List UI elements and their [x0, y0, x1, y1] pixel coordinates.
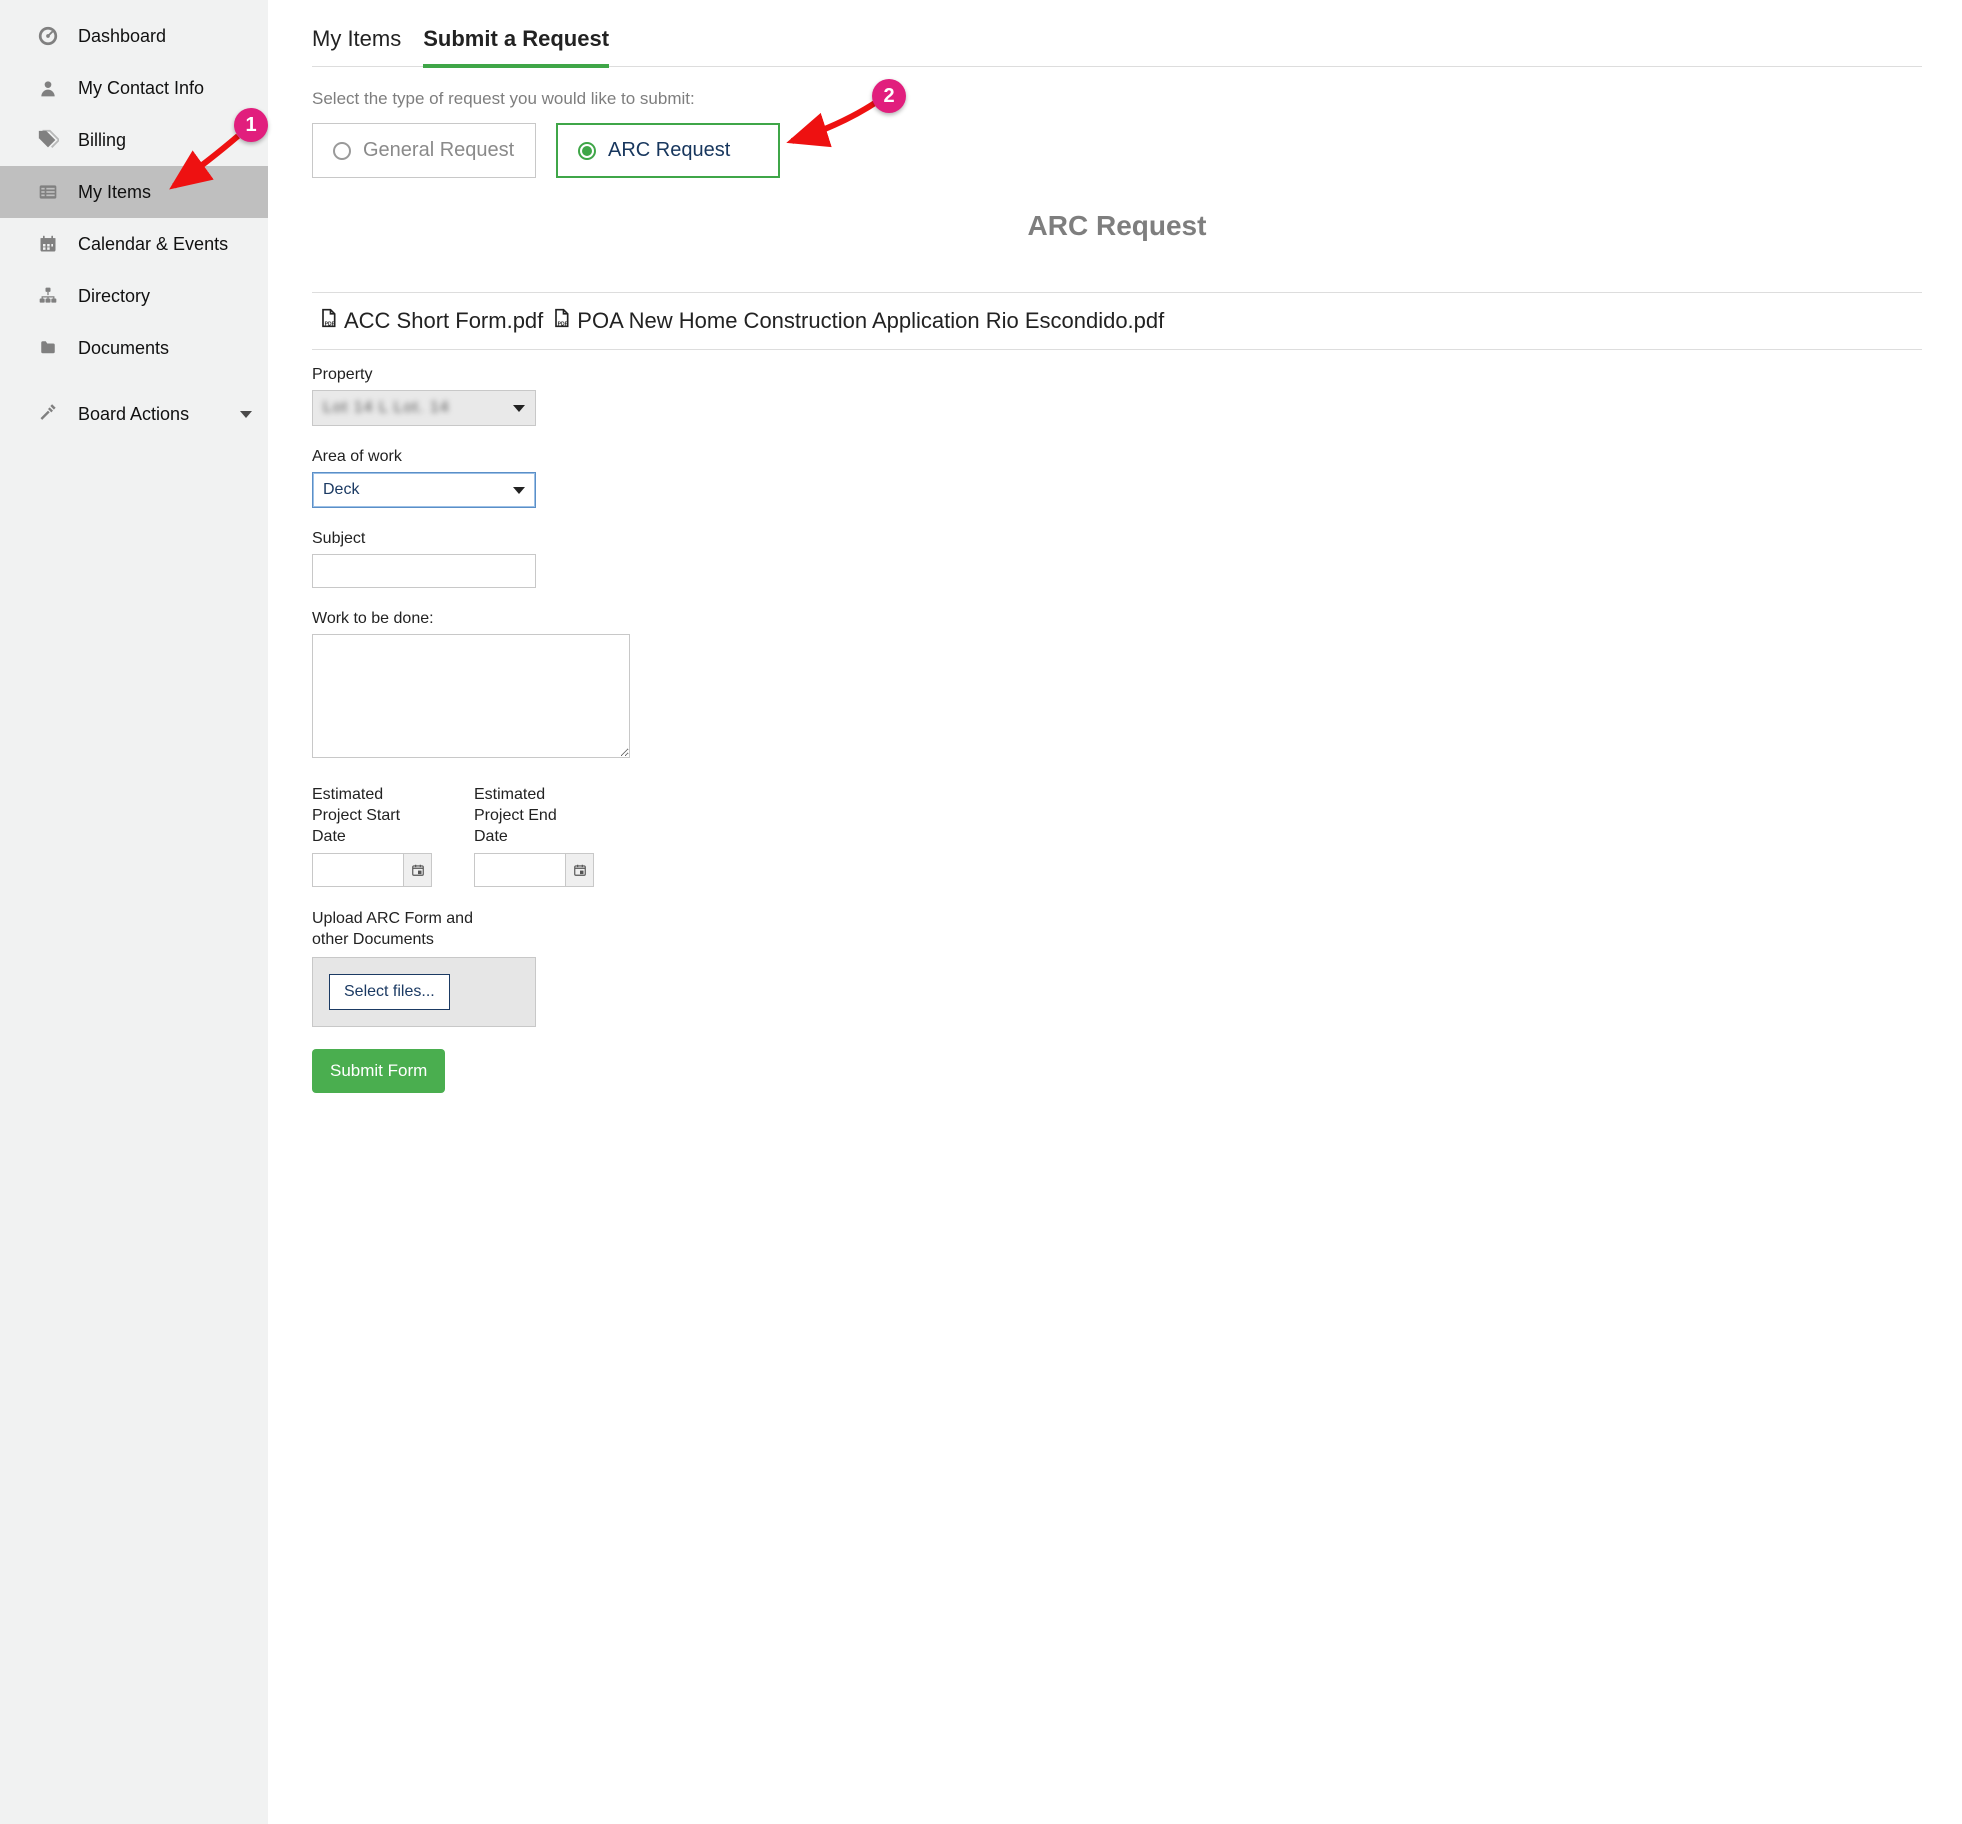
end-date-label: Estimated Project End Date — [474, 785, 594, 847]
list-icon — [36, 180, 60, 204]
upload-label: Upload ARC Form and other Documents — [312, 909, 512, 951]
start-date-input[interactable] — [313, 854, 403, 886]
calendar-picker-button[interactable] — [565, 854, 593, 886]
gauge-icon — [36, 24, 60, 48]
submit-button[interactable]: Submit Form — [312, 1049, 445, 1093]
attachments-bar: PDF ACC Short Form.pdf PDF POA New Home … — [312, 292, 1922, 350]
tab-submit-request[interactable]: Submit a Request — [423, 22, 609, 68]
area-select[interactable]: Deck — [312, 472, 536, 508]
sidebar-item-label: My Items — [78, 182, 151, 203]
option-general-request[interactable]: General Request — [312, 123, 536, 178]
radio-icon — [333, 142, 351, 160]
work-label: Work to be done: — [312, 610, 1922, 628]
select-files-button[interactable]: Select files... — [329, 974, 450, 1010]
sitemap-icon — [36, 284, 60, 308]
subject-input[interactable] — [312, 554, 536, 588]
attachment-label: ACC Short Form.pdf — [344, 308, 543, 334]
sidebar-item-label: Calendar & Events — [78, 234, 228, 255]
area-value: Deck — [323, 481, 359, 499]
sidebar-item-documents[interactable]: Documents — [0, 322, 268, 374]
chevron-down-icon — [513, 487, 525, 494]
radio-icon — [578, 142, 596, 160]
request-type-helper: Select the type of request you would lik… — [312, 89, 1922, 109]
end-date-field[interactable] — [474, 853, 594, 887]
upload-dropzone[interactable]: Select files... — [312, 957, 536, 1027]
property-select[interactable]: Lot 14 L Lot. 14 — [312, 390, 536, 426]
area-label: Area of work — [312, 448, 1922, 466]
sidebar-item-label: Dashboard — [78, 26, 166, 47]
sidebar-item-billing[interactable]: Billing — [0, 114, 268, 166]
annotation-marker-2: 2 — [872, 79, 906, 113]
sidebar-item-calendar[interactable]: Calendar & Events — [0, 218, 268, 270]
option-label: General Request — [363, 139, 514, 162]
hammer-icon — [36, 402, 60, 426]
calendar-icon — [36, 232, 60, 256]
tab-my-items[interactable]: My Items — [312, 22, 401, 68]
subject-label: Subject — [312, 530, 1922, 548]
calendar-picker-button[interactable] — [403, 854, 431, 886]
folder-icon — [36, 336, 60, 360]
attachment-1[interactable]: PDF ACC Short Form.pdf — [318, 307, 543, 335]
svg-text:PDF: PDF — [325, 322, 335, 328]
sidebar-item-label: Documents — [78, 338, 169, 359]
sidebar-item-label: Board Actions — [78, 404, 189, 425]
main-content: My Items Submit a Request Select the typ… — [268, 0, 1962, 1824]
sidebar-item-label: Directory — [78, 286, 150, 307]
start-date-field[interactable] — [312, 853, 432, 887]
sidebar-item-board-actions[interactable]: Board Actions — [0, 388, 268, 440]
sidebar: Dashboard My Contact Info Billing My Ite… — [0, 0, 268, 1824]
svg-text:PDF: PDF — [558, 322, 568, 328]
work-textarea[interactable] — [312, 634, 630, 758]
page-title: ARC Request — [312, 210, 1922, 242]
option-label: ARC Request — [608, 139, 730, 162]
sidebar-item-label: Billing — [78, 130, 126, 151]
request-type-row: General Request ARC Request 2 — [312, 123, 1922, 178]
attachment-label: POA New Home Construction Application Ri… — [577, 308, 1164, 334]
sidebar-item-label: My Contact Info — [78, 78, 204, 99]
property-label: Property — [312, 366, 1922, 384]
sidebar-item-directory[interactable]: Directory — [0, 270, 268, 322]
chevron-down-icon — [240, 411, 252, 418]
sidebar-item-contact[interactable]: My Contact Info — [0, 62, 268, 114]
tags-icon — [36, 128, 60, 152]
sidebar-item-my-items[interactable]: My Items — [0, 166, 268, 218]
user-icon — [36, 76, 60, 100]
pdf-icon: PDF — [551, 307, 571, 335]
option-arc-request[interactable]: ARC Request — [556, 123, 780, 178]
tabs: My Items Submit a Request — [312, 22, 1922, 67]
attachment-2[interactable]: PDF POA New Home Construction Applicatio… — [551, 307, 1164, 335]
end-date-input[interactable] — [475, 854, 565, 886]
start-date-label: Estimated Project Start Date — [312, 785, 432, 847]
property-value: Lot 14 L Lot. 14 — [323, 399, 450, 417]
annotation-marker-1: 1 — [234, 108, 268, 142]
sidebar-item-dashboard[interactable]: Dashboard — [0, 10, 268, 62]
pdf-icon: PDF — [318, 307, 338, 335]
chevron-down-icon — [513, 405, 525, 412]
